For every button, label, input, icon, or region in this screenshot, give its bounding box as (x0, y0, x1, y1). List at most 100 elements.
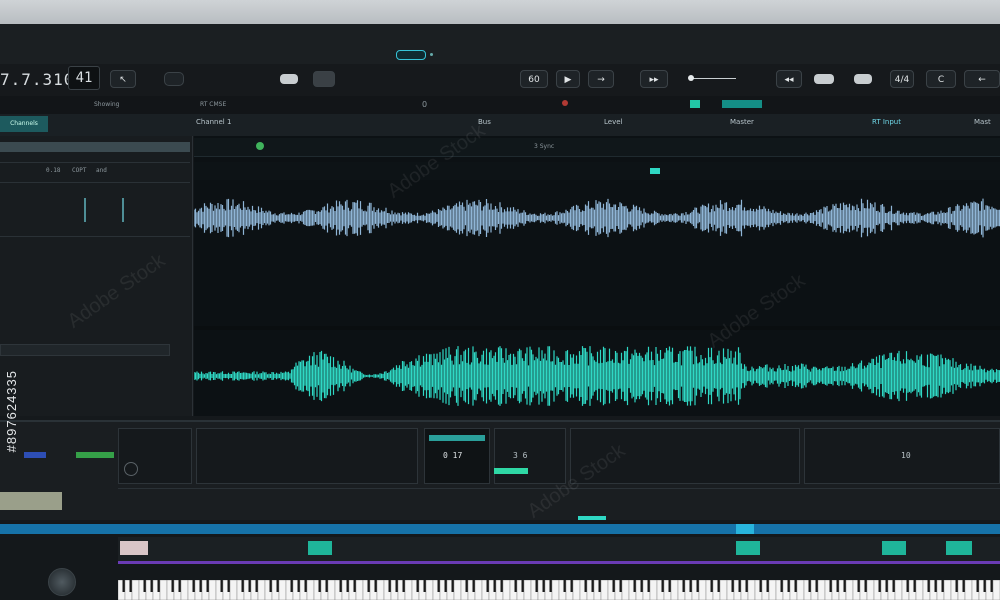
white-key[interactable] (670, 580, 679, 600)
mixer-channel-strip[interactable]: 10 (804, 428, 1000, 484)
audio-clip[interactable] (120, 541, 148, 555)
white-key[interactable] (866, 580, 875, 600)
automation-point[interactable] (650, 168, 660, 174)
audio-clip[interactable] (736, 541, 760, 555)
skip-button[interactable]: ▸▸ (640, 70, 668, 88)
pan-knob[interactable] (124, 462, 138, 476)
record-arm-button[interactable] (313, 71, 335, 87)
mixer-divider (118, 488, 1000, 489)
audio-clip[interactable] (308, 541, 332, 555)
white-key[interactable] (649, 580, 658, 600)
mode-pill-button[interactable] (280, 74, 298, 84)
position-slider[interactable] (690, 78, 736, 79)
white-key[interactable] (621, 580, 630, 600)
white-key[interactable] (768, 580, 777, 600)
back-button[interactable]: ← (964, 70, 1000, 88)
mixer-channel-strip[interactable] (570, 428, 800, 484)
white-key[interactable] (817, 580, 826, 600)
inspector-value-a: 0.18 (46, 167, 61, 174)
inspector-marker (122, 198, 124, 222)
forward-icon: → (597, 75, 605, 85)
white-key[interactable] (278, 580, 287, 600)
white-key[interactable] (796, 580, 805, 600)
white-key[interactable] (425, 580, 434, 600)
white-key[interactable] (551, 580, 560, 600)
white-key[interactable] (257, 580, 266, 600)
inspector-panel (0, 136, 193, 416)
mixer-meter (494, 468, 528, 474)
play-button[interactable]: ▶ (556, 70, 580, 88)
white-key[interactable] (327, 580, 336, 600)
white-key[interactable] (502, 580, 511, 600)
tempo-display[interactable]: 60 (520, 70, 548, 88)
white-key[interactable] (845, 580, 854, 600)
white-key[interactable] (943, 580, 952, 600)
header-mast: Mast (974, 118, 991, 126)
white-key[interactable] (915, 580, 924, 600)
inspector-divider (0, 162, 190, 163)
inspector-control-row[interactable] (0, 344, 170, 356)
white-key[interactable] (719, 580, 728, 600)
white-key[interactable] (376, 580, 385, 600)
clip-lane[interactable] (118, 537, 1000, 561)
white-key[interactable] (747, 580, 756, 600)
zero-readout: 0 (422, 100, 428, 109)
white-key[interactable] (208, 580, 217, 600)
white-key[interactable] (306, 580, 315, 600)
white-key[interactable] (992, 580, 1000, 600)
metronome-pill-button[interactable] (814, 74, 834, 84)
white-key[interactable] (180, 580, 189, 600)
inspector-divider (0, 182, 190, 183)
ruler-sync-label: 3 Sync (534, 143, 555, 150)
mixer-green-meter (76, 452, 114, 458)
signature-display[interactable]: 4/4 (890, 70, 914, 88)
white-key[interactable] (600, 580, 609, 600)
region-marker[interactable] (736, 524, 754, 534)
waveform-path (194, 198, 1000, 238)
audio-clip[interactable] (946, 541, 972, 555)
white-key[interactable] (572, 580, 581, 600)
sync-button[interactable]: C (926, 70, 956, 88)
inspector-marker (84, 198, 86, 222)
mixer-display[interactable]: 0 17 (424, 428, 490, 484)
waveform-top[interactable] (194, 190, 1000, 246)
automation-lane[interactable] (194, 162, 1000, 180)
forward-button[interactable]: → (588, 70, 614, 88)
piano-keyboard[interactable] (118, 580, 1000, 600)
count-in-pill-button[interactable] (854, 74, 872, 84)
waveform-bottom[interactable] (194, 336, 1000, 416)
timeline-region-bar[interactable] (0, 524, 1000, 534)
channels-tab[interactable]: Channels (0, 116, 48, 132)
cursor-tool-button[interactable]: ↖ (110, 70, 136, 88)
white-key[interactable] (404, 580, 413, 600)
rewind-button[interactable]: ◂◂ (776, 70, 802, 88)
white-key[interactable] (698, 580, 707, 600)
white-key[interactable] (964, 580, 973, 600)
monitor-bezel (0, 0, 1000, 24)
mixer-label-swatch (0, 492, 62, 510)
mixer-channel-strip[interactable] (196, 428, 418, 484)
app-logo-icon (396, 50, 426, 60)
automation-line (118, 561, 1000, 564)
volume-knob[interactable] (48, 568, 76, 596)
white-key[interactable] (474, 580, 483, 600)
white-key[interactable] (131, 580, 140, 600)
inspector-divider (0, 236, 190, 237)
audio-clip[interactable] (882, 541, 906, 555)
white-key[interactable] (355, 580, 364, 600)
white-key[interactable] (523, 580, 532, 600)
white-key[interactable] (229, 580, 238, 600)
loop-toggle-button[interactable] (164, 72, 184, 86)
mixer-level-bar (429, 435, 485, 441)
track-separator (194, 326, 1000, 330)
white-key[interactable] (159, 580, 168, 600)
rewind-icon: ◂◂ (784, 75, 794, 85)
inspector-selected-row[interactable] (0, 142, 190, 152)
white-key[interactable] (894, 580, 903, 600)
position-slider-handle[interactable] (688, 75, 694, 81)
record-indicator-icon (562, 100, 568, 106)
white-key[interactable] (453, 580, 462, 600)
skip-icon: ▸▸ (649, 75, 659, 85)
mixer-channel-strip[interactable]: 3 6 (494, 428, 566, 484)
timeline-ruler[interactable] (194, 138, 1000, 157)
